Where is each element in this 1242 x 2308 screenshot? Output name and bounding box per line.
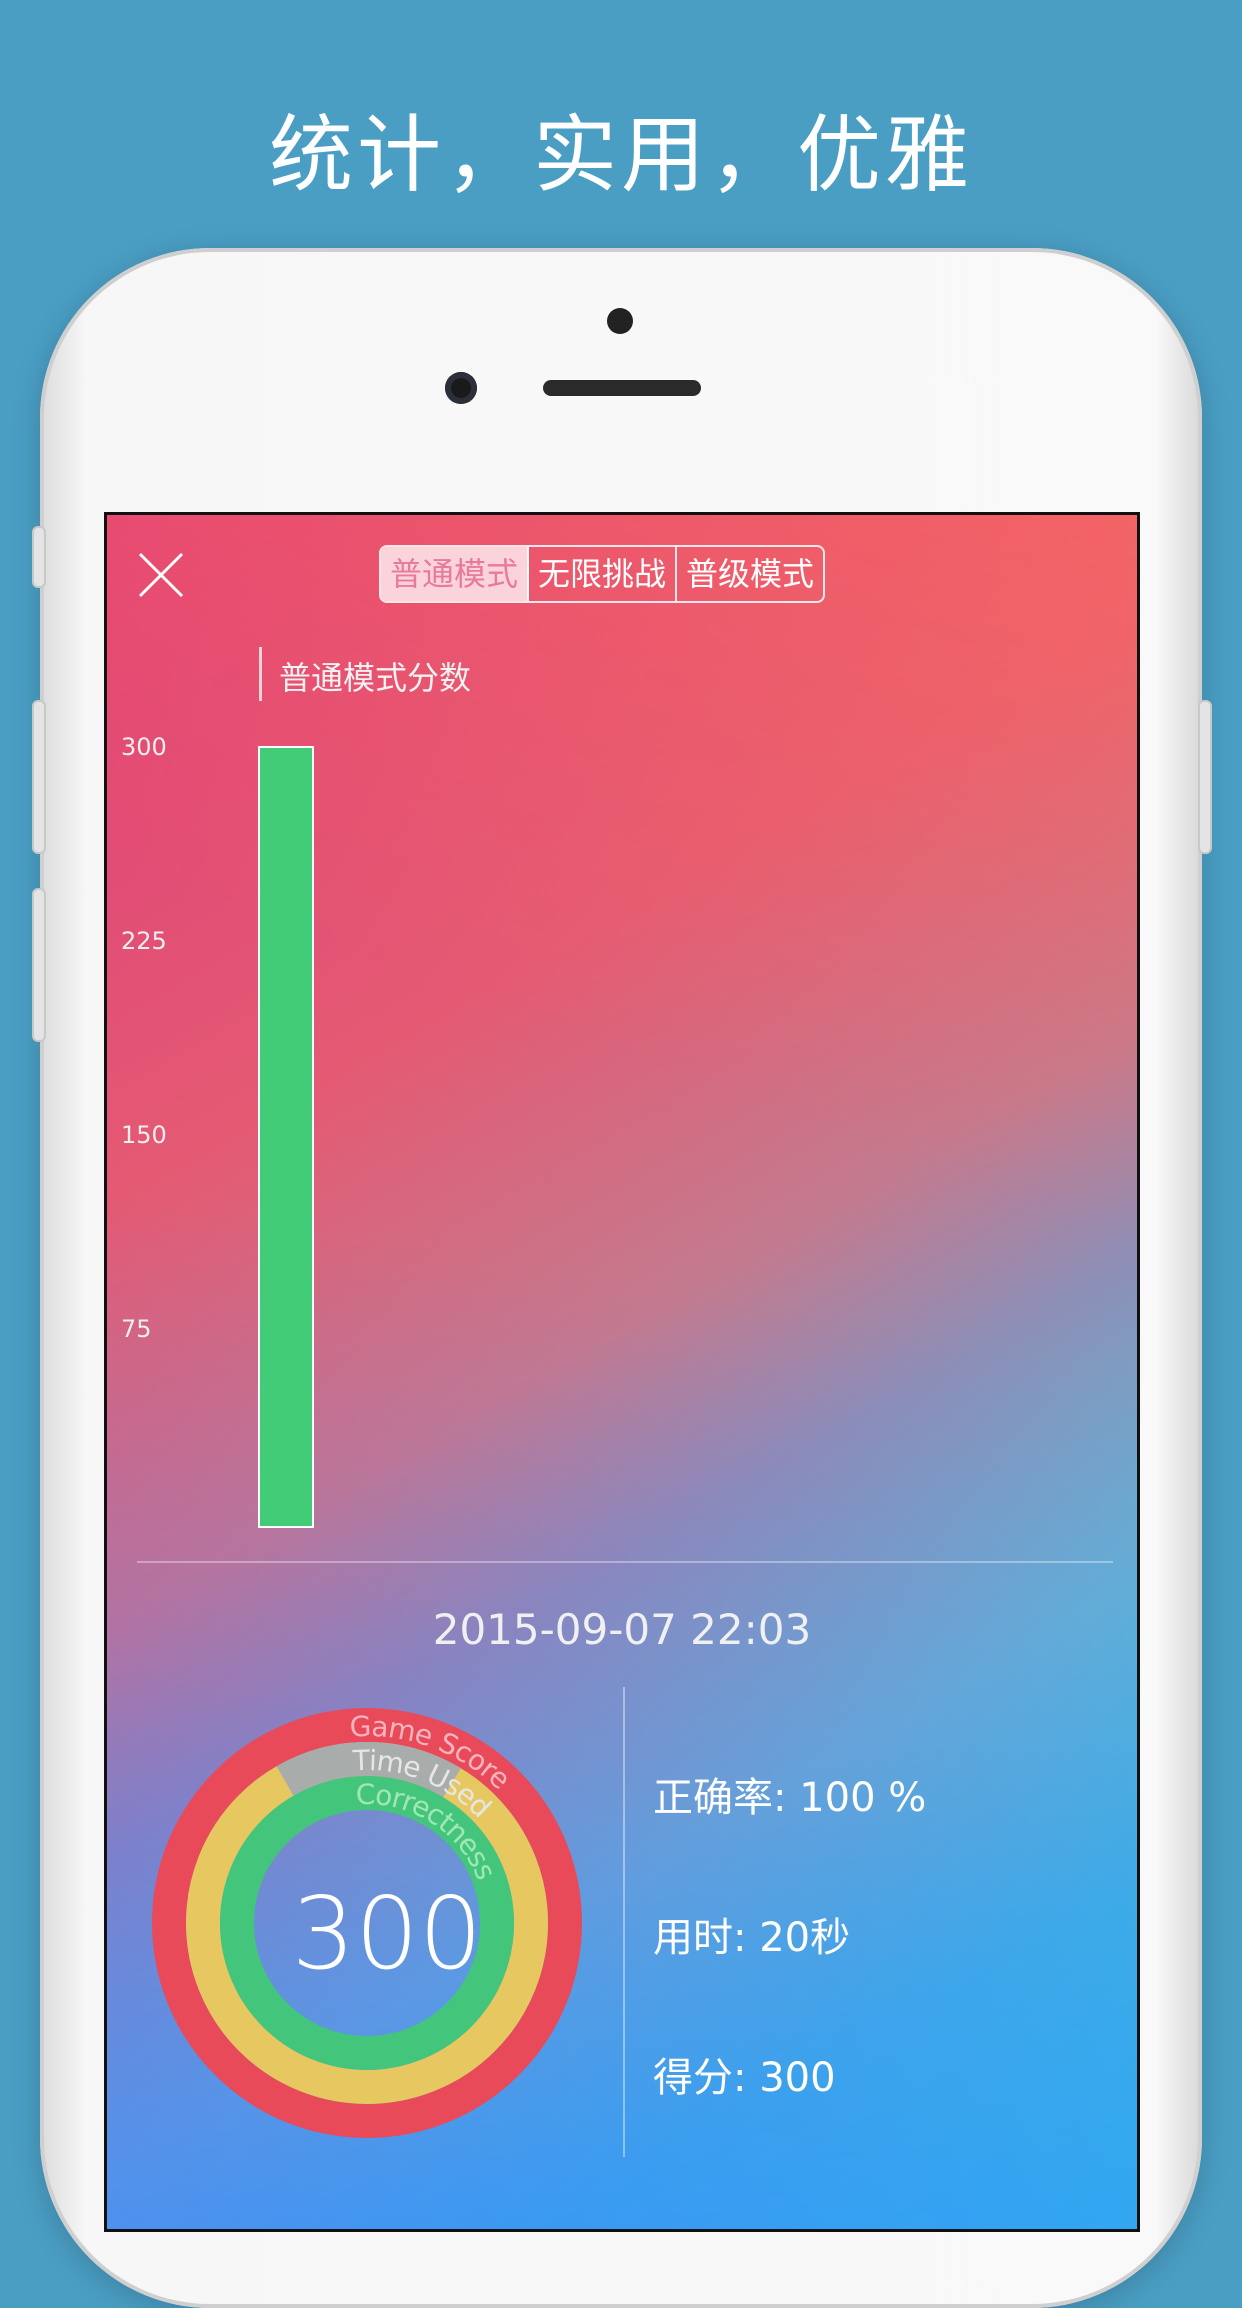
correctness-stat: 正确率: 100 % (653, 1775, 927, 1821)
time-used-stat: 用时: 20秒 (653, 1915, 851, 1961)
stats-divider (623, 1687, 625, 2157)
front-sensor (607, 308, 633, 334)
volume-down-button (32, 888, 46, 1042)
headline: 统计，实用，优雅 (268, 106, 973, 204)
score-stat: 得分: 300 (653, 2055, 836, 2101)
section-divider (137, 1561, 1113, 1563)
game-score-value: 300 (291, 1875, 483, 1992)
mute-switch (32, 526, 46, 588)
volume-up-button (32, 700, 46, 854)
front-camera (445, 372, 477, 404)
earpiece-speaker (543, 380, 701, 396)
app-screen: 普通模式 无限挑战 普级模式 普通模式分数 300 225 150 75 201… (104, 512, 1140, 2232)
score-bar-chart (258, 746, 314, 1528)
power-button (1198, 700, 1212, 854)
session-datetime: 2015-09-07 22:03 (432, 1605, 812, 1654)
score-bar (258, 746, 314, 1528)
